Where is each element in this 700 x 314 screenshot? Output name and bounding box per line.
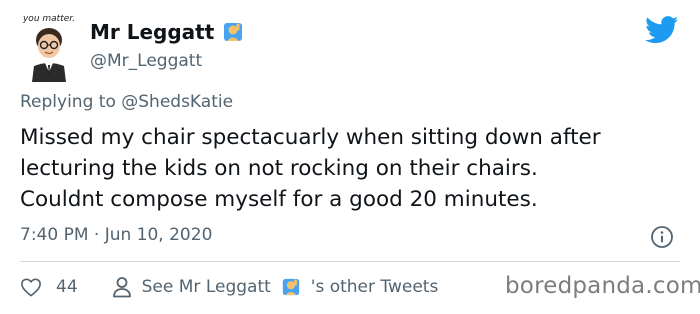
like-button[interactable]: 44 <box>20 277 78 297</box>
replying-to-line: Replying to @ShedsKatie <box>20 92 233 112</box>
tweet-text: Missed my chair spectacuarly when sittin… <box>20 125 601 212</box>
display-name[interactable]: Mr Leggatt <box>90 20 244 44</box>
twitter-bird-icon[interactable] <box>645 16 679 44</box>
tweet-timestamp[interactable]: 7:40 PM · Jun 10, 2020 <box>20 225 212 245</box>
reply-mention-link[interactable]: @ShedsKatie <box>121 92 233 112</box>
see-other-tweets-suffix: 's other Tweets <box>310 277 439 297</box>
display-name-text: Mr Leggatt <box>90 20 215 44</box>
like-count: 44 <box>56 277 78 297</box>
watermark: boredpanda.com <box>505 273 700 299</box>
avatar-caption: you matter. <box>22 14 75 24</box>
see-other-tweets-prefix: See Mr Leggatt <box>141 277 271 297</box>
heart-icon <box>21 278 41 297</box>
divider <box>20 261 680 262</box>
person-icon <box>112 277 131 298</box>
raising-hand-emoji <box>282 278 299 296</box>
tweet-card: you matter. Mr Leggatt @Mr_Leggatt Reply… <box>0 0 700 314</box>
replying-prefix: Replying to <box>20 92 116 112</box>
tweet-footer: 44 See Mr Leggatt 's other Tweets <box>20 274 438 300</box>
avatar[interactable]: you matter. <box>20 10 78 82</box>
user-handle[interactable]: @Mr_Leggatt <box>90 51 202 71</box>
see-other-tweets-link[interactable]: See Mr Leggatt 's other Tweets <box>112 276 439 298</box>
raising-hand-emoji <box>224 23 243 41</box>
info-icon[interactable] <box>650 225 674 249</box>
